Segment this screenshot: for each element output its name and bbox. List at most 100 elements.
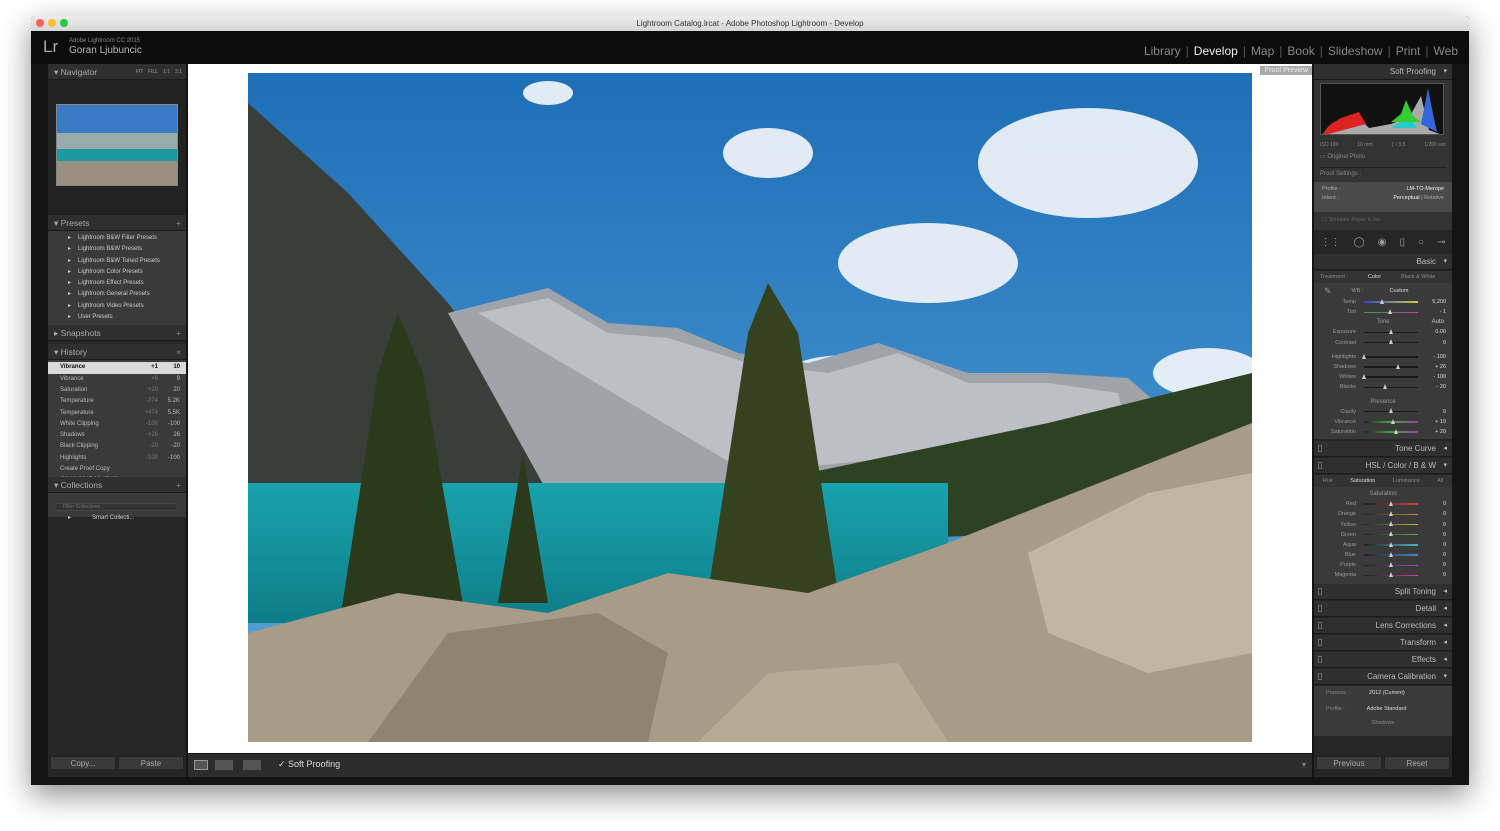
- preset-folder[interactable]: Lightroom B&W Filter Presets: [48, 233, 186, 245]
- slider-handle[interactable]: [1388, 521, 1393, 527]
- preset-folder[interactable]: Lightroom General Presets: [48, 289, 186, 301]
- treatment-color[interactable]: Color: [1368, 274, 1381, 280]
- slider-handle[interactable]: [1361, 373, 1366, 379]
- slider-track[interactable]: [1364, 298, 1418, 304]
- slider-track[interactable]: [1364, 339, 1418, 345]
- panel-header-detail[interactable]: Detail: [1314, 600, 1452, 617]
- hsl-tab-luminance[interactable]: Luminance: [1393, 478, 1420, 484]
- preset-folder[interactable]: User Presets: [48, 312, 186, 324]
- hsl-tab-hue[interactable]: Hue: [1323, 478, 1333, 484]
- snapshots-header[interactable]: ▸ Snapshots +: [48, 325, 186, 342]
- process-select[interactable]: 2012 (Current): [1369, 690, 1405, 696]
- module-print[interactable]: Print: [1391, 44, 1426, 58]
- slider-handle[interactable]: [1388, 541, 1393, 547]
- slider-value[interactable]: 0.00: [1422, 329, 1446, 335]
- slider-value[interactable]: + 10: [1422, 419, 1446, 425]
- add-preset-icon[interactable]: +: [176, 215, 181, 231]
- original-photo-toggle[interactable]: ▭ Original Photo: [1320, 153, 1446, 160]
- slider-handle[interactable]: [1388, 511, 1393, 517]
- panel-switch[interactable]: [1318, 621, 1322, 629]
- crop-tool-icon[interactable]: ⋮⋮: [1321, 237, 1341, 248]
- slider-handle[interactable]: [1387, 309, 1392, 315]
- slider-track[interactable]: [1364, 428, 1418, 434]
- zoom-option[interactable]: 3:1: [175, 69, 182, 75]
- module-slideshow[interactable]: Slideshow: [1323, 44, 1388, 58]
- slider-value[interactable]: 0: [1422, 409, 1446, 415]
- photo[interactable]: [248, 73, 1252, 742]
- preset-folder[interactable]: Lightroom Color Presets: [48, 267, 186, 279]
- module-book[interactable]: Book: [1282, 44, 1319, 58]
- before-after-view-icon[interactable]: [215, 760, 233, 770]
- slider-track[interactable]: [1364, 363, 1418, 369]
- preset-folder[interactable]: Lightroom B&W Presets: [48, 244, 186, 256]
- preset-folder[interactable]: Lightroom Video Presets: [48, 301, 186, 313]
- slider-handle[interactable]: [1388, 329, 1393, 335]
- slider-value[interactable]: - 100: [1422, 374, 1446, 380]
- panel-switch[interactable]: [1318, 604, 1322, 612]
- slider-handle[interactable]: [1395, 363, 1400, 369]
- before-after-swap-icon[interactable]: [243, 760, 261, 770]
- slider-track[interactable]: [1364, 562, 1418, 568]
- slider-handle[interactable]: [1388, 339, 1393, 345]
- intent-perceptual[interactable]: Perceptual: [1393, 195, 1419, 201]
- close-button[interactable]: [36, 19, 44, 27]
- module-develop[interactable]: Develop: [1189, 44, 1243, 58]
- zoom-button[interactable]: [60, 19, 68, 27]
- loupe-view-icon[interactable]: [194, 760, 208, 770]
- zoom-option[interactable]: 1:1: [163, 69, 170, 75]
- preset-folder[interactable]: Lightroom B&W Toned Presets: [48, 256, 186, 268]
- slider-value[interactable]: 0: [1422, 511, 1446, 517]
- image-view[interactable]: Proof Preview: [188, 64, 1312, 768]
- slider-track[interactable]: [1364, 531, 1418, 537]
- slider-value[interactable]: 0: [1422, 562, 1446, 568]
- panel-header-split-toning[interactable]: Split Toning: [1314, 583, 1452, 600]
- slider-track[interactable]: [1361, 353, 1418, 359]
- history-header[interactable]: ▾ History ×: [48, 344, 186, 361]
- history-item[interactable]: Vibrance +1 10: [48, 362, 186, 374]
- slider-handle[interactable]: [1388, 572, 1393, 578]
- soft-proofing-checkbox[interactable]: ✓ Soft Proofing: [278, 759, 340, 770]
- module-library[interactable]: Library: [1139, 44, 1186, 58]
- copy-button[interactable]: Copy...: [50, 756, 116, 770]
- slider-value[interactable]: + 26: [1422, 364, 1446, 370]
- eyedropper-icon[interactable]: ✎: [1324, 286, 1332, 297]
- clear-history-icon[interactable]: ×: [176, 344, 181, 360]
- slider-value[interactable]: 0: [1422, 340, 1446, 346]
- slider-value[interactable]: 0: [1422, 522, 1446, 528]
- collection-item[interactable]: Smart Collecti...: [48, 513, 186, 525]
- auto-tone-button[interactable]: Auto: [1432, 317, 1444, 327]
- slider-handle[interactable]: [1380, 298, 1385, 304]
- slider-handle[interactable]: [1388, 500, 1393, 506]
- slider-handle[interactable]: [1388, 562, 1393, 568]
- slider-handle[interactable]: [1388, 408, 1393, 414]
- calibration-profile-select[interactable]: Adobe Standard: [1367, 706, 1407, 712]
- panel-switch[interactable]: [1318, 587, 1322, 595]
- slider-value[interactable]: - 100: [1422, 354, 1446, 360]
- slider-track[interactable]: [1364, 408, 1418, 414]
- slider-track[interactable]: [1364, 511, 1418, 517]
- slider-value[interactable]: 0: [1422, 532, 1446, 538]
- slider-value[interactable]: 0: [1422, 501, 1446, 507]
- history-item[interactable]: Black Clipping -20 -20: [48, 441, 186, 452]
- slider-value[interactable]: 5,200: [1422, 299, 1446, 305]
- basic-header[interactable]: Basic: [1314, 254, 1452, 270]
- intent-relative[interactable]: Relative: [1424, 195, 1444, 201]
- slider-track[interactable]: [1364, 551, 1418, 557]
- previous-button[interactable]: Previous: [1316, 756, 1382, 770]
- navigator-header[interactable]: ▾ Navigator FIT FILL 1:1 3:1: [48, 64, 186, 80]
- simulate-paper-checkbox[interactable]: ☐ Simulate Paper & Ink: [1314, 212, 1452, 230]
- hsl-tab-all[interactable]: All: [1437, 478, 1443, 484]
- panel-switch[interactable]: [1318, 638, 1322, 646]
- panel-header-effects[interactable]: Effects: [1314, 651, 1452, 668]
- slider-track[interactable]: [1364, 329, 1418, 335]
- slider-value[interactable]: - 1: [1422, 309, 1446, 315]
- tone-curve-header[interactable]: Tone Curve: [1314, 441, 1452, 458]
- slider-handle[interactable]: [1391, 418, 1396, 424]
- toolbar-menu-icon[interactable]: ▾: [1302, 760, 1306, 769]
- slider-value[interactable]: + 20: [1422, 429, 1446, 435]
- slider-handle[interactable]: [1388, 531, 1393, 537]
- history-item[interactable]: Create Proof Copy (09/10/2017 19:47:22): [48, 464, 186, 483]
- filter-collections-input[interactable]: [54, 503, 178, 512]
- history-item[interactable]: Temperature -274 5.2K: [48, 396, 186, 407]
- history-item[interactable]: Temperature +474 5.5K: [48, 408, 186, 419]
